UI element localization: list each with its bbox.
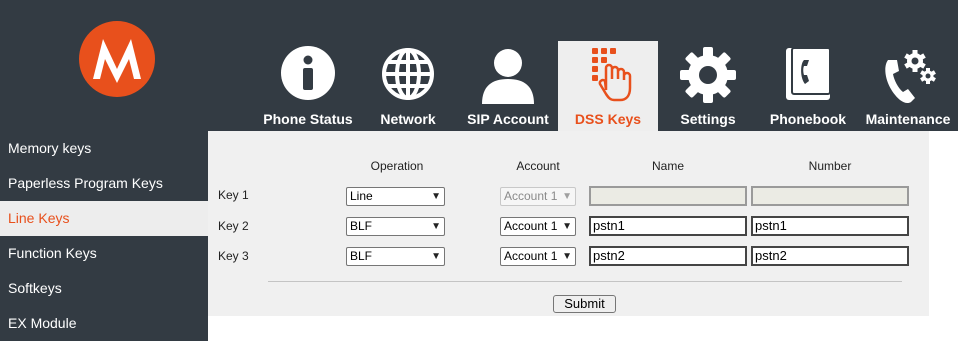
key-3-account-select[interactable]: Account 1 ▼ bbox=[500, 247, 576, 266]
divider bbox=[268, 281, 902, 282]
sidebar-item-function-keys[interactable]: Function Keys bbox=[0, 236, 208, 271]
chevron-down-icon: ▼ bbox=[562, 191, 572, 202]
line-keys-panel: Operation Account Name Number Key 1 Line… bbox=[208, 131, 929, 316]
key-2-account-select[interactable]: Account 1 ▼ bbox=[500, 217, 576, 236]
tab-network[interactable]: Network bbox=[358, 41, 458, 131]
tab-phonebook[interactable]: Phonebook bbox=[758, 41, 858, 131]
sidebar-item-paperless-program-keys[interactable]: Paperless Program Keys bbox=[0, 166, 208, 201]
key-3-name-field[interactable]: pstn2 bbox=[589, 246, 747, 266]
tab-dss-keys[interactable]: DSS Keys bbox=[558, 41, 658, 131]
sidebar-item-memory-keys[interactable]: Memory keys bbox=[0, 131, 208, 166]
tab-label: Phone Status bbox=[263, 111, 353, 127]
tab-label: Settings bbox=[680, 111, 736, 127]
key-1-label: Key 1 bbox=[218, 188, 249, 202]
number-header: Number bbox=[808, 159, 852, 173]
user-icon bbox=[482, 49, 534, 104]
key-2-operation-select[interactable]: BLF ▼ bbox=[346, 217, 445, 236]
account-header: Account bbox=[516, 159, 560, 173]
keypad-hand-icon bbox=[592, 48, 632, 102]
top-header: Phone Status Network SIP Account DSS Key… bbox=[0, 0, 958, 131]
tab-label: Phonebook bbox=[769, 111, 847, 127]
gear-icon bbox=[680, 47, 736, 103]
info-icon bbox=[281, 46, 335, 100]
key-2-name-field[interactable]: pstn1 bbox=[589, 216, 747, 236]
chevron-down-icon: ▼ bbox=[562, 221, 572, 232]
key-2-number-field[interactable]: pstn1 bbox=[751, 216, 909, 236]
tab-label: Network bbox=[380, 111, 436, 127]
chevron-down-icon: ▼ bbox=[431, 251, 441, 262]
sidebar-item-ex-module[interactable]: EX Module bbox=[0, 306, 208, 341]
key-1-account-select: Account 1 ▼ bbox=[500, 187, 576, 206]
chevron-down-icon: ▼ bbox=[431, 221, 441, 232]
motorola-logo bbox=[79, 21, 155, 97]
key-2-label: Key 2 bbox=[218, 219, 249, 233]
tab-label: DSS Keys bbox=[574, 111, 642, 127]
chevron-down-icon: ▼ bbox=[562, 251, 572, 262]
name-header: Name bbox=[651, 159, 684, 173]
tab-settings[interactable]: Settings bbox=[658, 41, 758, 131]
sidebar-item-softkeys[interactable]: Softkeys bbox=[0, 271, 208, 306]
tab-maintenance[interactable]: Maintenance bbox=[858, 41, 958, 131]
submit-button[interactable]: Submit bbox=[553, 295, 616, 313]
sidebar: Memory keys Paperless Program Keys Line … bbox=[0, 131, 208, 341]
phonebook-icon bbox=[786, 47, 831, 100]
tab-label: Maintenance bbox=[865, 111, 951, 127]
key-1-number-field bbox=[751, 186, 909, 206]
key-1-name-field bbox=[589, 186, 747, 206]
tab-sip-account[interactable]: SIP Account bbox=[458, 41, 558, 131]
tab-phone-status[interactable]: Phone Status bbox=[258, 41, 358, 131]
sidebar-item-line-keys[interactable]: Line Keys bbox=[0, 201, 208, 236]
key-3-label: Key 3 bbox=[218, 249, 249, 263]
operation-header: Operation bbox=[370, 159, 424, 173]
key-3-operation-select[interactable]: BLF ▼ bbox=[346, 247, 445, 266]
key-1-operation-select[interactable]: Line ▼ bbox=[346, 187, 445, 206]
phone-gears-icon bbox=[885, 50, 936, 104]
key-3-number-field[interactable]: pstn2 bbox=[751, 246, 909, 266]
tab-label: SIP Account bbox=[467, 111, 549, 127]
globe-icon bbox=[382, 48, 434, 100]
chevron-down-icon: ▼ bbox=[431, 191, 441, 202]
